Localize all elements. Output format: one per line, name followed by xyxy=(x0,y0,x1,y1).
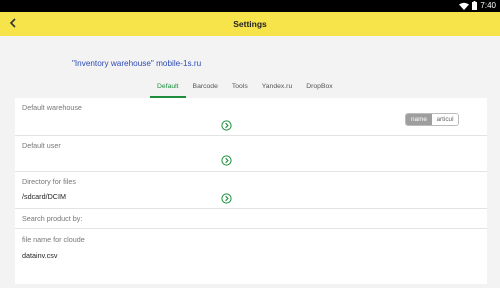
tab-yandex[interactable]: Yandex.ru xyxy=(255,80,299,98)
select-directory-button[interactable] xyxy=(221,191,232,204)
tab-dropbox[interactable]: DropBox xyxy=(299,80,339,98)
cloud-file-value[interactable]: datainv.csv xyxy=(22,251,57,260)
search-by-name-option[interactable]: name xyxy=(406,114,432,125)
search-by-label: Search product by: xyxy=(22,214,83,223)
search-by-toggle[interactable]: name articul xyxy=(405,113,459,126)
setting-directory[interactable]: Directory for files /sdcard/DCIM xyxy=(15,172,487,209)
status-icons: 7:40 xyxy=(459,0,496,12)
back-button[interactable] xyxy=(5,15,21,33)
arrow-right-circle-icon xyxy=(221,155,232,166)
setting-default-user[interactable]: Default user xyxy=(15,136,487,172)
setting-cloud-file[interactable]: file name for cloude datainv.csv xyxy=(15,229,487,284)
settings-tabs: Default Barcode Tools Yandex.ru DropBox xyxy=(150,80,340,98)
tab-tools[interactable]: Tools xyxy=(225,80,255,98)
app-bar: Settings xyxy=(0,12,500,36)
default-user-label: Default user xyxy=(22,141,61,150)
arrow-right-circle-icon xyxy=(221,120,232,131)
select-warehouse-button[interactable] xyxy=(221,118,232,131)
setting-search-by: Search product by: xyxy=(15,209,487,229)
directory-label: Directory for files xyxy=(22,177,76,186)
tab-barcode[interactable]: Barcode xyxy=(186,80,225,98)
default-warehouse-label: Default warehouse xyxy=(22,103,82,112)
status-bar: 7:40 xyxy=(0,0,500,12)
company-name: "Inventory warehouse" mobile-1s.ru xyxy=(72,59,202,68)
chevron-left-icon xyxy=(9,15,17,33)
page-title: Settings xyxy=(233,19,267,29)
status-time: 7:40 xyxy=(480,1,496,10)
search-by-articul-option[interactable]: articul xyxy=(432,114,458,125)
arrow-right-circle-icon xyxy=(221,193,232,204)
directory-value: /sdcard/DCIM xyxy=(22,192,66,201)
tab-default[interactable]: Default xyxy=(150,80,186,98)
select-user-button[interactable] xyxy=(221,153,232,166)
cloud-file-label: file name for cloude xyxy=(22,235,85,244)
